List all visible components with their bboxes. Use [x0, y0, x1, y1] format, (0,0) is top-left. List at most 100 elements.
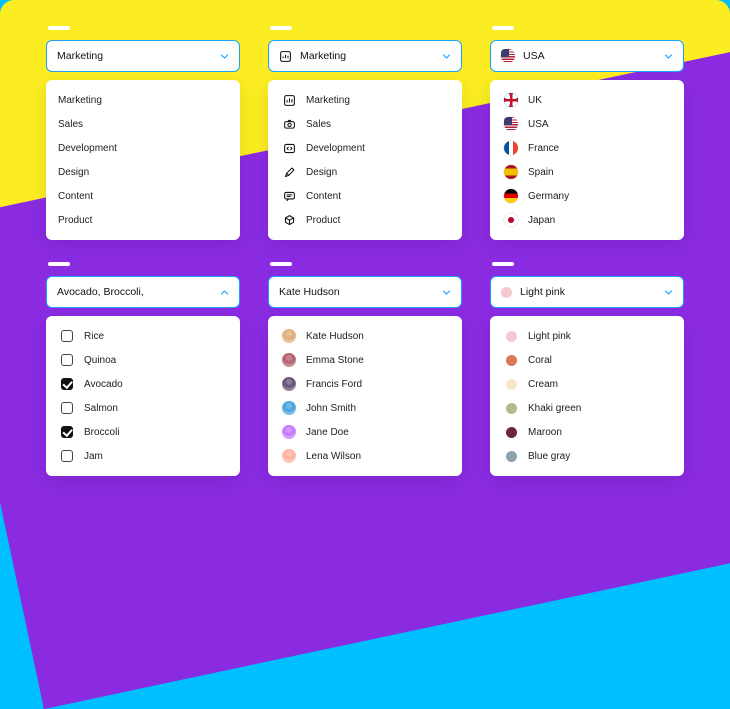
option-label: Broccoli [84, 427, 120, 438]
accent-tick [270, 262, 292, 266]
accent-tick [492, 262, 514, 266]
swatch-icon [502, 427, 520, 438]
option-label: Blue gray [528, 451, 570, 462]
option-label: Content [58, 191, 93, 202]
option-item[interactable]: Development [268, 136, 462, 160]
checkbox-icon[interactable] [58, 378, 76, 390]
checkbox-icon[interactable] [58, 354, 76, 366]
panel-countries: UK USAFranceSpain Germany Japan [490, 80, 684, 240]
checkbox-icon[interactable] [58, 426, 76, 438]
option-label: Sales [58, 119, 83, 130]
checkbox-icon[interactable] [58, 402, 76, 414]
option-item[interactable]: Design [268, 160, 462, 184]
select-multiselect[interactable]: Avocado, Broccoli, [46, 276, 240, 308]
swatch-icon [501, 287, 512, 298]
option-item[interactable]: Product [268, 208, 462, 232]
option-item[interactable]: Coral [490, 348, 684, 372]
option-label: Emma Stone [306, 355, 364, 366]
select-icons-label: Marketing [300, 50, 435, 62]
chevron-down-icon [219, 51, 229, 61]
option-label: Marketing [306, 95, 350, 106]
option-label: Jam [84, 451, 103, 462]
checkbox-icon[interactable] [58, 450, 76, 462]
code-icon [280, 142, 298, 155]
option-item[interactable]: Germany [490, 184, 684, 208]
option-item[interactable]: Light pink [490, 324, 684, 348]
accent-tick [48, 26, 70, 30]
option-item[interactable]: Broccoli [46, 420, 240, 444]
option-item[interactable]: Content [46, 184, 240, 208]
option-item[interactable]: Khaki green [490, 396, 684, 420]
swatch-icon [502, 331, 520, 342]
option-item[interactable]: Japan [490, 208, 684, 232]
option-item[interactable]: Sales [46, 112, 240, 136]
accent-tick [270, 26, 292, 30]
option-label: Kate Hudson [306, 331, 364, 342]
option-item[interactable]: John Smith [268, 396, 462, 420]
option-item[interactable]: Emma Stone [268, 348, 462, 372]
select-icons[interactable]: Marketing [268, 40, 462, 72]
swatch-icon [502, 379, 520, 390]
option-label: Marketing [58, 95, 102, 106]
option-item[interactable]: Maroon [490, 420, 684, 444]
select-country[interactable]: USA [490, 40, 684, 72]
option-item[interactable]: USA [490, 112, 684, 136]
option-label: Sales [306, 119, 331, 130]
option-item[interactable]: Jam [46, 444, 240, 468]
chat-icon [280, 190, 298, 203]
option-item[interactable]: Quinoa [46, 348, 240, 372]
avatar-icon [280, 377, 298, 391]
chevron-down-icon [663, 51, 673, 61]
option-label: Design [58, 167, 89, 178]
option-item[interactable]: Rice [46, 324, 240, 348]
option-item[interactable]: Francis Ford [268, 372, 462, 396]
camera-icon [280, 118, 298, 131]
panel-basic: Marketing Sales Development Design Content Pr… [46, 80, 240, 240]
chart-icon [280, 94, 298, 107]
option-item[interactable]: Product [46, 208, 240, 232]
option-item[interactable]: UK [490, 88, 684, 112]
dropdown-multiselect: Avocado, Broccoli, Rice Quinoa Avocado Salm… [46, 262, 240, 476]
option-label: UK [528, 95, 542, 106]
option-item[interactable]: Spain [490, 160, 684, 184]
option-item[interactable]: Marketing [268, 88, 462, 112]
flag-icon [502, 93, 520, 107]
checkbox-icon[interactable] [58, 330, 76, 342]
avatar-icon [280, 353, 298, 367]
select-basic[interactable]: Marketing [46, 40, 240, 72]
option-label: Content [306, 191, 341, 202]
option-item[interactable]: Sales [268, 112, 462, 136]
option-item[interactable]: Design [46, 160, 240, 184]
option-item[interactable]: Blue gray [490, 444, 684, 468]
option-item[interactable]: Lena Wilson [268, 444, 462, 468]
dropdown-basic: Marketing Marketing Sales Development Desig… [46, 26, 240, 240]
option-label: Light pink [528, 331, 571, 342]
select-people[interactable]: Kate Hudson [268, 276, 462, 308]
panel-icons: Marketing Sales DevelopmentDesign Content Pr… [268, 80, 462, 240]
option-label: Development [58, 143, 117, 154]
option-label: Japan [528, 215, 555, 226]
option-item[interactable]: Marketing [46, 88, 240, 112]
swatch-icon [502, 403, 520, 414]
option-item[interactable]: Cream [490, 372, 684, 396]
option-item[interactable]: Content [268, 184, 462, 208]
option-item[interactable]: Salmon [46, 396, 240, 420]
option-label: Product [58, 215, 92, 226]
option-label: Avocado [84, 379, 123, 390]
avatar-icon [280, 329, 298, 343]
option-item[interactable]: Jane Doe [268, 420, 462, 444]
option-item[interactable]: Development [46, 136, 240, 160]
accent-tick [492, 26, 514, 30]
option-label: Quinoa [84, 355, 116, 366]
option-item[interactable]: Avocado [46, 372, 240, 396]
option-item[interactable]: Kate Hudson [268, 324, 462, 348]
select-color[interactable]: Light pink [490, 276, 684, 308]
flag-icon [501, 49, 515, 63]
option-item[interactable]: France [490, 136, 684, 160]
avatar-icon [280, 449, 298, 463]
option-label: Germany [528, 191, 569, 202]
accent-tick [48, 262, 70, 266]
option-label: Coral [528, 355, 552, 366]
panel-people: Kate Hudson Emma Stone Francis FordJohn Sm… [268, 316, 462, 476]
dropdown-countries: USA UKUSAFranceSpainGermanyJapan [490, 26, 684, 240]
